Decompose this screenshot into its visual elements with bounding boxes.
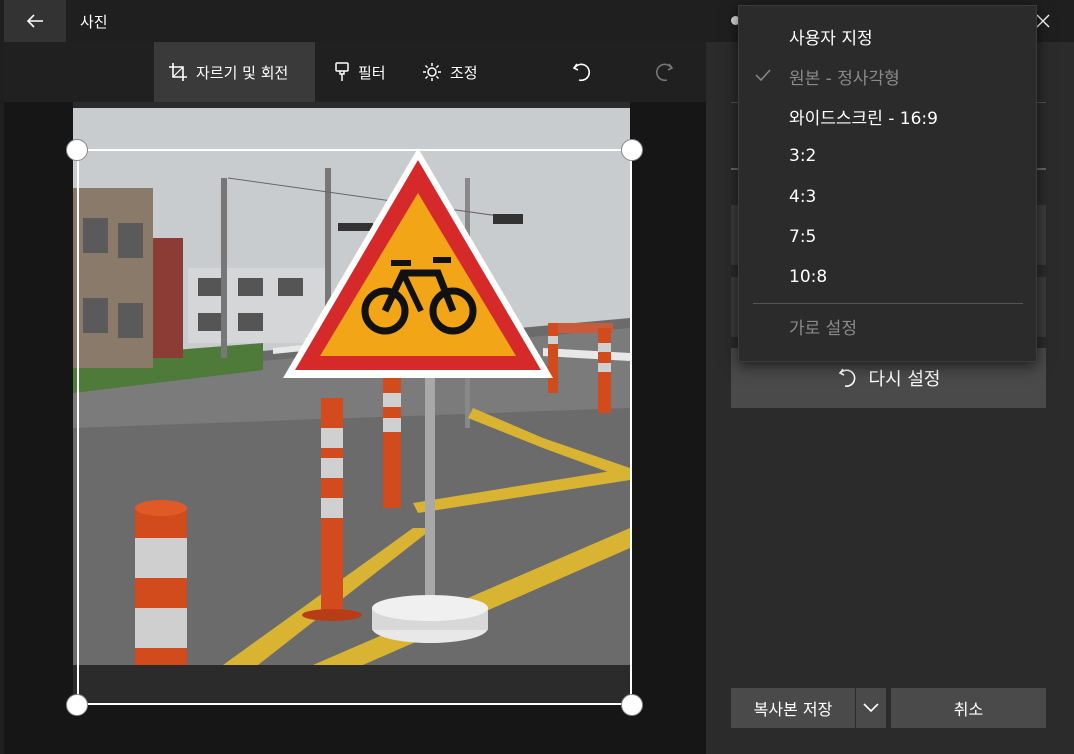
- undo-icon: [572, 63, 591, 82]
- chevron-down-icon: [863, 703, 879, 713]
- check-icon: [755, 69, 771, 82]
- menu-item-label: 4:3: [789, 187, 817, 207]
- crop-frame[interactable]: [77, 149, 632, 705]
- aspect-ratio-menu: 사용자 지정 원본 - 정사각형 와이드스크린 - 16:9 3:2 4:3 7…: [738, 5, 1037, 362]
- crop-overlay-bottom: [73, 705, 630, 754]
- menu-item-label: 가로 설정: [789, 318, 857, 339]
- reset-icon: [838, 368, 855, 387]
- cancel-label: 취소: [953, 700, 984, 719]
- save-copy-label: 복사본 저장: [753, 700, 833, 719]
- menu-item-label: 사용자 지정: [789, 28, 873, 49]
- tab-filter[interactable]: 필터: [320, 42, 410, 102]
- sun-brightness-icon: [423, 63, 441, 81]
- crop-handle-top-right[interactable]: [621, 139, 643, 161]
- tab-adjust-label: 조정: [450, 63, 478, 82]
- tab-crop-label: 자르기 및 회전: [196, 63, 289, 82]
- menu-item-7-5[interactable]: 7:5: [739, 217, 1036, 257]
- menu-item-label: 10:8: [789, 267, 828, 287]
- close-icon: [1036, 14, 1050, 28]
- tab-adjust[interactable]: 조정: [408, 42, 500, 102]
- redo-button[interactable]: [646, 54, 682, 90]
- undo-button[interactable]: [564, 54, 600, 90]
- edit-toolbar: 자르기 및 회전 필터 조정: [4, 42, 706, 102]
- crop-handle-top-left[interactable]: [66, 139, 88, 161]
- menu-item-label: 원본 - 정사각형: [789, 68, 900, 89]
- menu-item-4-3[interactable]: 4:3: [739, 177, 1036, 217]
- back-button[interactable]: [4, 0, 66, 42]
- menu-item-label: 와이드스크린 - 16:9: [789, 108, 938, 129]
- menu-item-10-8[interactable]: 10:8: [739, 257, 1036, 297]
- menu-item-label: 3:2: [789, 146, 817, 166]
- menu-item-custom[interactable]: 사용자 지정: [739, 16, 1036, 56]
- crop-overlay-right: [630, 102, 706, 754]
- menu-item-orientation[interactable]: 가로 설정: [739, 306, 1036, 346]
- tab-crop-rotate[interactable]: 자르기 및 회전: [154, 42, 315, 102]
- reset-label: 다시 설정: [868, 369, 941, 390]
- crop-overlay-left: [4, 102, 73, 754]
- crop-handle-bottom-left[interactable]: [66, 694, 88, 716]
- save-options-button[interactable]: [856, 688, 886, 728]
- arrow-left-icon: [26, 14, 43, 28]
- cancel-button[interactable]: 취소: [891, 688, 1046, 728]
- crop-handle-bottom-right[interactable]: [621, 694, 643, 716]
- menu-item-label: 7:5: [789, 227, 817, 247]
- tab-filter-label: 필터: [358, 63, 386, 82]
- menu-item-original-square[interactable]: 원본 - 정사각형: [739, 56, 1036, 96]
- menu-item-widescreen[interactable]: 와이드스크린 - 16:9: [739, 96, 1036, 136]
- app-title: 사진: [80, 13, 108, 31]
- redo-icon: [655, 63, 674, 82]
- filter-brush-icon: [335, 62, 349, 81]
- save-copy-button[interactable]: 복사본 저장: [731, 688, 855, 728]
- menu-item-3-2[interactable]: 3:2: [739, 136, 1036, 176]
- crop-icon: [169, 63, 187, 81]
- menu-divider: [753, 303, 1023, 304]
